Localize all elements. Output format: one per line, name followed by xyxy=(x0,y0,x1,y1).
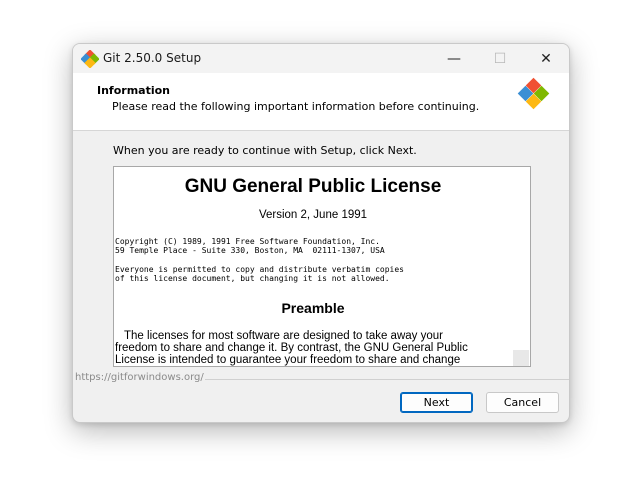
footer-divider xyxy=(205,379,569,380)
setup-window: Git 2.50.0 Setup — ☐ ✕ Information Pleas… xyxy=(72,43,570,423)
permission-line: Everyone is permitted to copy and distri… xyxy=(115,265,404,274)
license-textbox[interactable]: GNU General Public License Version 2, Ju… xyxy=(113,166,531,367)
scrollbar[interactable] xyxy=(513,350,529,366)
git-logo-icon xyxy=(517,77,550,110)
page-title: Information xyxy=(97,84,170,97)
license-body-line: freedom to share and change it. By contr… xyxy=(115,342,468,354)
wizard-header: Information Please read the following im… xyxy=(73,73,569,131)
license-version: Version 2, June 1991 xyxy=(258,209,368,221)
address-line: 59 Temple Place - Suite 330, Boston, MA … xyxy=(115,246,385,255)
license-body-line: License is intended to guarantee your fr… xyxy=(115,354,461,366)
window-title: Git 2.50.0 Setup xyxy=(103,51,202,65)
homepage-link[interactable]: https://gitforwindows.org/ xyxy=(75,372,204,383)
title-bar[interactable]: Git 2.50.0 Setup — ☐ ✕ xyxy=(73,44,569,73)
preamble-heading: Preamble xyxy=(281,300,345,316)
intro-text: When you are ready to continue with Setu… xyxy=(113,144,417,157)
copyright-line: Copyright (C) 1989, 1991 Free Software F… xyxy=(115,237,380,246)
page-subtitle: Please read the following important info… xyxy=(112,100,480,113)
cancel-button[interactable]: Cancel xyxy=(486,392,559,413)
permission-line: of this license document, but changing i… xyxy=(115,274,390,283)
license-body-line: The licenses for most software are desig… xyxy=(124,330,443,342)
close-button[interactable]: ✕ xyxy=(523,44,569,73)
maximize-button[interactable]: ☐ xyxy=(477,44,523,73)
minimize-button[interactable]: — xyxy=(431,44,477,73)
git-logo-icon xyxy=(81,50,99,68)
license-title: GNU General Public License xyxy=(184,176,442,197)
next-button[interactable]: Next xyxy=(400,392,473,413)
